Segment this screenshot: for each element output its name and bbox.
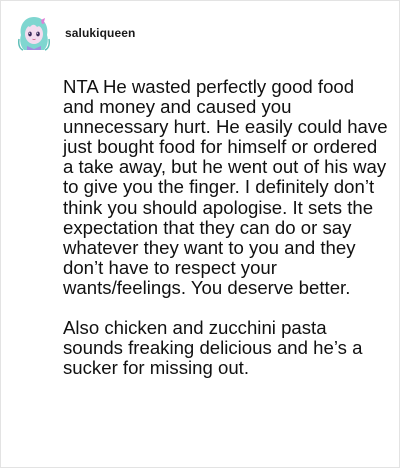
post-paragraph: NTA He wasted perfectly good food and mo… bbox=[63, 76, 388, 298]
avatar[interactable] bbox=[17, 15, 51, 51]
username[interactable]: salukiqueen bbox=[65, 26, 135, 40]
post-paragraph: Also chicken and zucchini pasta sounds f… bbox=[63, 317, 363, 379]
post-header: salukiqueen bbox=[17, 15, 135, 51]
post-body: NTA He wasted perfectly good food and mo… bbox=[63, 76, 389, 399]
post-card: salukiqueen NTA He wasted perfectly good… bbox=[0, 0, 400, 468]
